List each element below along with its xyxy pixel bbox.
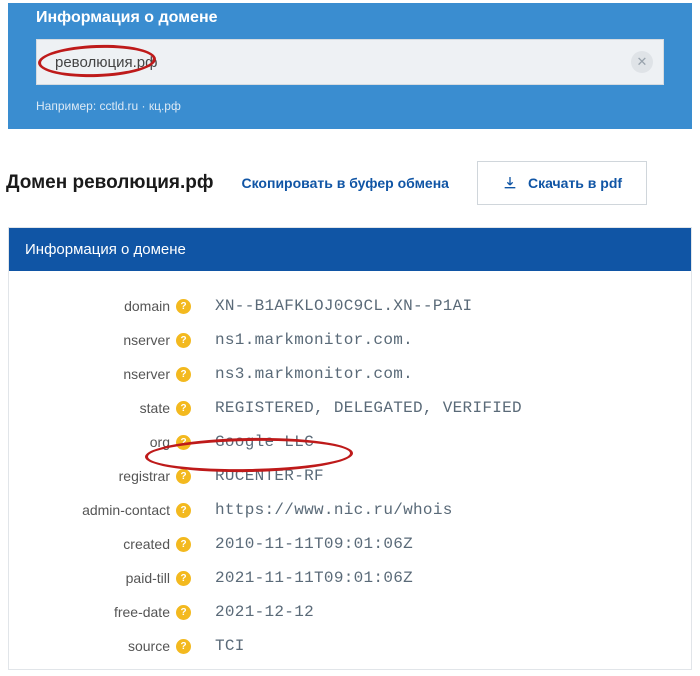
info-row-value: https://www.nic.ru/whois xyxy=(199,501,453,519)
help-icon[interactable]: ? xyxy=(176,639,191,654)
info-label-text: paid-till xyxy=(126,570,170,586)
help-icon[interactable]: ? xyxy=(176,503,191,518)
help-icon[interactable]: ? xyxy=(176,333,191,348)
help-icon[interactable]: ? xyxy=(176,571,191,586)
example-link-1[interactable]: cctld.ru xyxy=(99,99,138,113)
info-row-label: nserver? xyxy=(27,332,199,348)
info-label-text: nserver xyxy=(123,366,170,382)
search-input-value: революция.рф xyxy=(55,54,157,71)
search-example-line: Например: cctld.ru · кц.рф xyxy=(36,99,664,113)
example-prefix: Например: xyxy=(36,99,99,113)
info-label-text: registrar xyxy=(119,468,170,484)
domain-info-header: Информация о домене xyxy=(9,228,691,271)
download-icon xyxy=(502,175,518,191)
info-row-label: free-date? xyxy=(27,604,199,620)
help-icon[interactable]: ? xyxy=(176,367,191,382)
info-row: domain?XN--B1AFKLOJ0C9CL.XN--P1AI xyxy=(27,289,673,323)
info-row: org?Google LLC xyxy=(27,425,673,459)
search-panel-title: Информация о домене xyxy=(36,3,664,39)
info-label-text: admin-contact xyxy=(82,502,170,518)
help-icon[interactable]: ? xyxy=(176,299,191,314)
clear-input-icon[interactable]: ✕ xyxy=(631,51,653,73)
info-row-label: registrar? xyxy=(27,468,199,484)
info-row: nserver?ns1.markmonitor.com. xyxy=(27,323,673,357)
info-row-value: REGISTERED, DELEGATED, VERIFIED xyxy=(199,399,522,417)
help-icon[interactable]: ? xyxy=(176,605,191,620)
info-label-text: source xyxy=(128,638,170,654)
info-row-label: created? xyxy=(27,536,199,552)
download-pdf-label: Скачать в pdf xyxy=(528,175,622,191)
domain-heading: Домен революция.рф xyxy=(6,172,214,194)
help-icon[interactable]: ? xyxy=(176,435,191,450)
info-label-text: state xyxy=(140,400,170,416)
info-row-label: admin-contact? xyxy=(27,502,199,518)
info-label-text: org xyxy=(150,434,170,450)
info-row: registrar?RUCENTER-RF xyxy=(27,459,673,493)
info-row-value: ns1.markmonitor.com. xyxy=(199,331,413,349)
help-icon[interactable]: ? xyxy=(176,401,191,416)
copy-to-clipboard-button[interactable]: Скопировать в буфер обмена xyxy=(242,175,449,191)
info-label-text: domain xyxy=(124,298,170,314)
info-row: nserver?ns3.markmonitor.com. xyxy=(27,357,673,391)
info-row-value: ns3.markmonitor.com. xyxy=(199,365,413,383)
info-row: created?2010-11-11T09:01:06Z xyxy=(27,527,673,561)
info-label-text: nserver xyxy=(123,332,170,348)
info-row: paid-till?2021-11-11T09:01:06Z xyxy=(27,561,673,595)
info-row-value: RUCENTER-RF xyxy=(199,467,324,485)
info-row-value: 2010-11-11T09:01:06Z xyxy=(199,535,413,553)
info-row-label: source? xyxy=(27,638,199,654)
info-label-text: free-date xyxy=(114,604,170,620)
info-row-value: TCI xyxy=(199,637,245,655)
search-panel: Информация о домене революция.рф ✕ Напри… xyxy=(8,3,692,129)
example-link-2[interactable]: кц.рф xyxy=(149,99,181,113)
info-row-label: org? xyxy=(27,434,199,450)
info-row: free-date?2021-12-12 xyxy=(27,595,673,629)
info-row-value: 2021-12-12 xyxy=(199,603,314,621)
info-row-label: state? xyxy=(27,400,199,416)
info-row: state?REGISTERED, DELEGATED, VERIFIED xyxy=(27,391,673,425)
info-row: admin-contact?https://www.nic.ru/whois xyxy=(27,493,673,527)
info-row-label: nserver? xyxy=(27,366,199,382)
domain-search-input[interactable]: революция.рф ✕ xyxy=(36,39,664,85)
download-pdf-button[interactable]: Скачать в pdf xyxy=(477,161,647,205)
info-row-value: 2021-11-11T09:01:06Z xyxy=(199,569,413,587)
info-label-text: created xyxy=(123,536,170,552)
help-icon[interactable]: ? xyxy=(176,537,191,552)
help-icon[interactable]: ? xyxy=(176,469,191,484)
info-row-label: paid-till? xyxy=(27,570,199,586)
info-row-label: domain? xyxy=(27,298,199,314)
domain-info-panel: Информация о домене domain?XN--B1AFKLOJ0… xyxy=(8,227,692,670)
example-sep: · xyxy=(138,99,149,113)
info-row-value: Google LLC xyxy=(199,433,314,451)
title-row: Домен революция.рф Скопировать в буфер о… xyxy=(0,129,700,227)
info-row-value: XN--B1AFKLOJ0C9CL.XN--P1AI xyxy=(199,297,472,315)
info-row: source?TCI xyxy=(27,629,673,663)
domain-info-table: domain?XN--B1AFKLOJ0C9CL.XN--P1AInserver… xyxy=(9,271,691,669)
